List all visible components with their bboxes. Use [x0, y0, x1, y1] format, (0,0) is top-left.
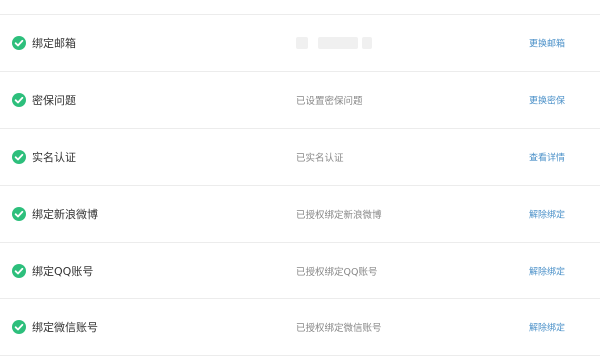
check-circle-icon [12, 150, 26, 164]
change-email-link[interactable]: 更换邮箱 [529, 37, 565, 50]
check-circle-icon [12, 207, 26, 221]
security-item-weibo: 绑定新浪微博 已授权绑定新浪微博 解除绑定 [0, 186, 600, 242]
unbind-weibo-link[interactable]: 解除绑定 [529, 208, 565, 221]
security-item-label: 绑定新浪微博 [32, 208, 98, 221]
unbind-qq-link[interactable]: 解除绑定 [529, 265, 565, 278]
check-circle-icon [12, 320, 26, 334]
security-item-label: 绑定微信账号 [32, 321, 98, 334]
divider [0, 355, 600, 356]
masked-email-value [296, 37, 372, 49]
security-item-realname: 实名认证 已实名认证 查看详情 [0, 129, 600, 185]
security-item-status: 已设置密保问题 [296, 96, 363, 107]
security-item-email: 绑定邮箱 更换邮箱 [0, 15, 600, 71]
security-item-label: 密保问题 [32, 94, 76, 107]
security-item-label: 绑定QQ账号 [32, 265, 94, 278]
security-item-status: 已授权绑定新浪微博 [296, 210, 382, 221]
security-settings-list: 绑定邮箱 更换邮箱 密保问题 已设置密保问题 更换密保 实名认证 已实名认证 查… [0, 0, 600, 362]
security-item-status: 已实名认证 [296, 153, 344, 164]
security-item-label: 绑定邮箱 [32, 37, 76, 50]
security-item-qq: 绑定QQ账号 已授权绑定QQ账号 解除绑定 [0, 243, 600, 299]
security-item-status: 已授权绑定微信账号 [296, 323, 382, 334]
security-item-label: 实名认证 [32, 151, 76, 164]
change-question-link[interactable]: 更换密保 [529, 94, 565, 107]
check-circle-icon [12, 36, 26, 50]
check-circle-icon [12, 93, 26, 107]
security-item-wechat: 绑定微信账号 已授权绑定微信账号 解除绑定 [0, 299, 600, 355]
security-item-question: 密保问题 已设置密保问题 更换密保 [0, 72, 600, 128]
view-details-link[interactable]: 查看详情 [529, 151, 565, 164]
check-circle-icon [12, 264, 26, 278]
unbind-wechat-link[interactable]: 解除绑定 [529, 321, 565, 334]
security-item-status: 已授权绑定QQ账号 [296, 267, 378, 278]
